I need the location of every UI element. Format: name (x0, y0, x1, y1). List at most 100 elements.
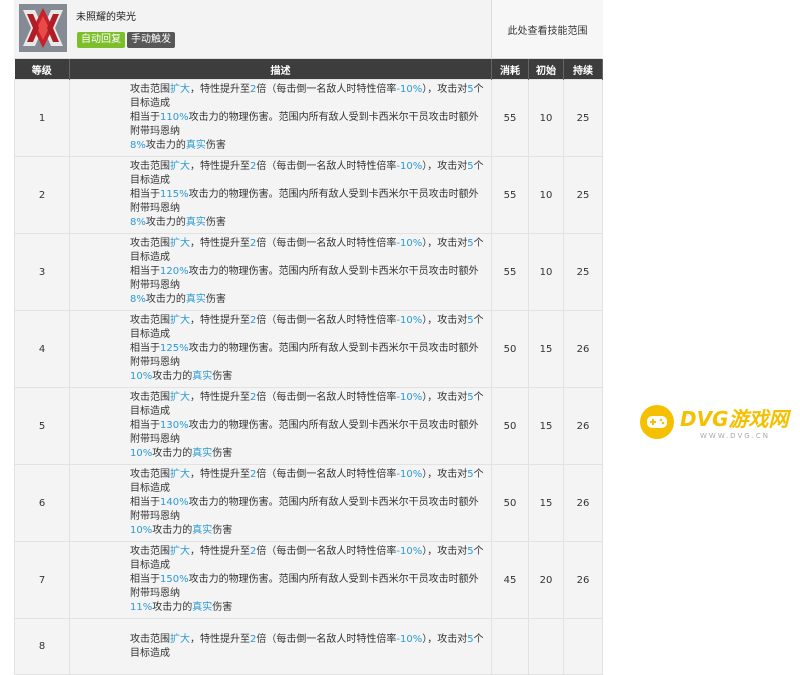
initial-cell: 10 (528, 156, 564, 234)
description-text: 相当于 (130, 497, 160, 508)
table-row: 6 攻击范围扩大，特性提升至2倍（每击倒一名敌人时特性倍率-10%），攻击对5个目… (14, 464, 603, 542)
description-text: 相当于 (130, 189, 160, 200)
description-text: ，特性提升至 (190, 84, 250, 95)
level-cell: 6 (14, 464, 70, 542)
description-text: 攻击力的 (145, 140, 186, 151)
keyword-highlight: 110% (160, 112, 189, 123)
description-text: 相当于 (130, 343, 160, 354)
description-text: 攻击力的 (152, 448, 193, 459)
description-text: ），攻击对 (422, 392, 468, 403)
description-text: 伤害 (212, 371, 233, 382)
keyword-highlight: 8% (130, 217, 146, 228)
initial-cell: 15 (528, 310, 564, 388)
skill-header: 未照耀的荣光 自动回复 手动触发 此处查看技能范围 (14, 0, 603, 59)
table-row: 8 攻击范围扩大，特性提升至2倍（每击倒一名敌人时特性倍率-10%），攻击对5个目… (14, 618, 603, 675)
level-cell: 1 (14, 79, 70, 157)
description-text: 攻击范围 (130, 238, 170, 249)
description-text: 相当于 (130, 112, 160, 123)
watermark-url: WWW.DVG.CN (700, 432, 771, 440)
col-initial: 初始 (528, 59, 564, 80)
cost-cell: 55 (491, 79, 529, 157)
table-row: 2 攻击范围扩大，特性提升至2倍（每击倒一名敌人时特性倍率-10%），攻击对5个目… (14, 156, 603, 234)
description-text: ），攻击对 (422, 633, 468, 645)
keyword-highlight: 扩大 (170, 469, 190, 480)
table-row: 5 攻击范围扩大，特性提升至2倍（每击倒一名敌人时特性倍率-10%），攻击对5个目… (14, 387, 603, 465)
cost-cell: 50 (491, 464, 529, 542)
level-cell: 7 (14, 541, 70, 619)
keyword-highlight: 扩大 (170, 238, 190, 249)
duration-cell: 25 (563, 156, 603, 234)
description-text: 攻击力的 (145, 217, 186, 228)
cost-cell: 55 (491, 156, 529, 234)
description-cell: 攻击范围扩大，特性提升至2倍（每击倒一名敌人时特性倍率-10%），攻击对5个目标… (69, 79, 492, 157)
description-cell: 攻击范围扩大，特性提升至2倍（每击倒一名敌人时特性倍率-10%），攻击对5个目标… (69, 464, 492, 542)
description-text: ），攻击对 (422, 469, 468, 480)
duration-cell: 26 (563, 464, 603, 542)
description-cell: 攻击范围扩大，特性提升至2倍（每击倒一名敌人时特性倍率-10%），攻击对5个目标… (69, 618, 492, 675)
keyword-highlight: 扩大 (170, 161, 190, 172)
table-row: 3 攻击范围扩大，特性提升至2倍（每击倒一名敌人时特性倍率-10%），攻击对5个目… (14, 233, 603, 311)
keyword-highlight: -10% (396, 633, 423, 645)
keyword-highlight: 扩大 (170, 392, 190, 403)
description-text: ），攻击对 (422, 315, 468, 326)
keyword-highlight: -10% (396, 392, 423, 403)
description-text: 倍（每击倒一名敌人时特性倍率 (256, 546, 397, 557)
initial-cell: 15 (528, 387, 564, 465)
keyword-highlight: 8% (130, 294, 146, 305)
keyword-highlight: -10% (396, 84, 423, 95)
keyword-highlight: -10% (396, 546, 423, 557)
duration-cell: 26 (563, 541, 603, 619)
description-text: ，特性提升至 (190, 546, 250, 557)
cost-cell: 50 (491, 387, 529, 465)
duration-cell (563, 618, 603, 675)
description-text: ，特性提升至 (190, 238, 250, 249)
description-text: ），攻击对 (422, 84, 468, 95)
keyword-highlight: 8% (130, 140, 146, 151)
keyword-highlight: 真实 (185, 217, 206, 228)
gamepad-icon (640, 404, 674, 439)
cost-cell (491, 618, 529, 675)
description-text: 倍（每击倒一名敌人时特性倍率 (256, 315, 397, 326)
col-level: 等级 (14, 59, 70, 80)
duration-cell: 26 (563, 310, 603, 388)
keyword-highlight: 真实 (192, 448, 213, 459)
description-text: 攻击范围 (130, 84, 170, 95)
level-cell: 2 (14, 156, 70, 234)
table-row: 4 攻击范围扩大，特性提升至2倍（每击倒一名敌人时特性倍率-10%），攻击对5个目… (14, 310, 603, 388)
cost-cell: 45 (491, 541, 529, 619)
description-text: ，特性提升至 (190, 469, 250, 480)
initial-cell: 10 (528, 233, 564, 311)
col-duration: 持续 (563, 59, 603, 80)
level-cell: 3 (14, 233, 70, 311)
description-cell: 攻击范围扩大，特性提升至2倍（每击倒一名敌人时特性倍率-10%），攻击对5个目标… (69, 156, 492, 234)
initial-cell: 10 (528, 79, 564, 157)
keyword-highlight: 10% (130, 525, 153, 536)
trigger-type-badge: 手动触发 (127, 32, 175, 48)
keyword-highlight: -10% (396, 315, 423, 326)
keyword-highlight: 扩大 (170, 84, 190, 95)
description-text: 伤害 (212, 602, 233, 613)
skill-name: 未照耀的荣光 (76, 12, 136, 23)
level-cell: 8 (14, 618, 70, 675)
description-text: ，特性提升至 (190, 392, 250, 403)
keyword-highlight: 150% (160, 574, 189, 585)
description-text: 攻击范围 (130, 546, 170, 557)
col-description: 描述 (69, 59, 492, 80)
description-cell: 攻击范围扩大，特性提升至2倍（每击倒一名敌人时特性倍率-10%），攻击对5个目标… (69, 541, 492, 619)
level-cell: 4 (14, 310, 70, 388)
keyword-highlight: 真实 (185, 140, 206, 151)
watermark-text: DVG游戏网 (680, 407, 789, 431)
description-text: 倍（每击倒一名敌人时特性倍率 (256, 161, 397, 172)
keyword-highlight: 115% (160, 189, 189, 200)
table-row: 7 攻击范围扩大，特性提升至2倍（每击倒一名敌人时特性倍率-10%），攻击对5个目… (14, 541, 603, 619)
level-cell: 5 (14, 387, 70, 465)
description-text: 攻击范围 (130, 161, 170, 172)
description-text: 攻击力的 (145, 294, 186, 305)
skill-panel: 未照耀的荣光 自动回复 手动触发 此处查看技能范围 等级 描述 消耗 初始 持续… (14, 0, 603, 675)
table-row: 1 攻击范围扩大，特性提升至2倍（每击倒一名敌人时特性倍率-10%），攻击对5个目… (14, 79, 603, 157)
description-text: 攻击力的 (152, 602, 193, 613)
description-text: 倍（每击倒一名敌人时特性倍率 (256, 633, 397, 645)
description-text: 攻击范围 (130, 392, 170, 403)
duration-cell: 25 (563, 233, 603, 311)
view-range-link[interactable]: 此处查看技能范围 (491, 0, 603, 58)
